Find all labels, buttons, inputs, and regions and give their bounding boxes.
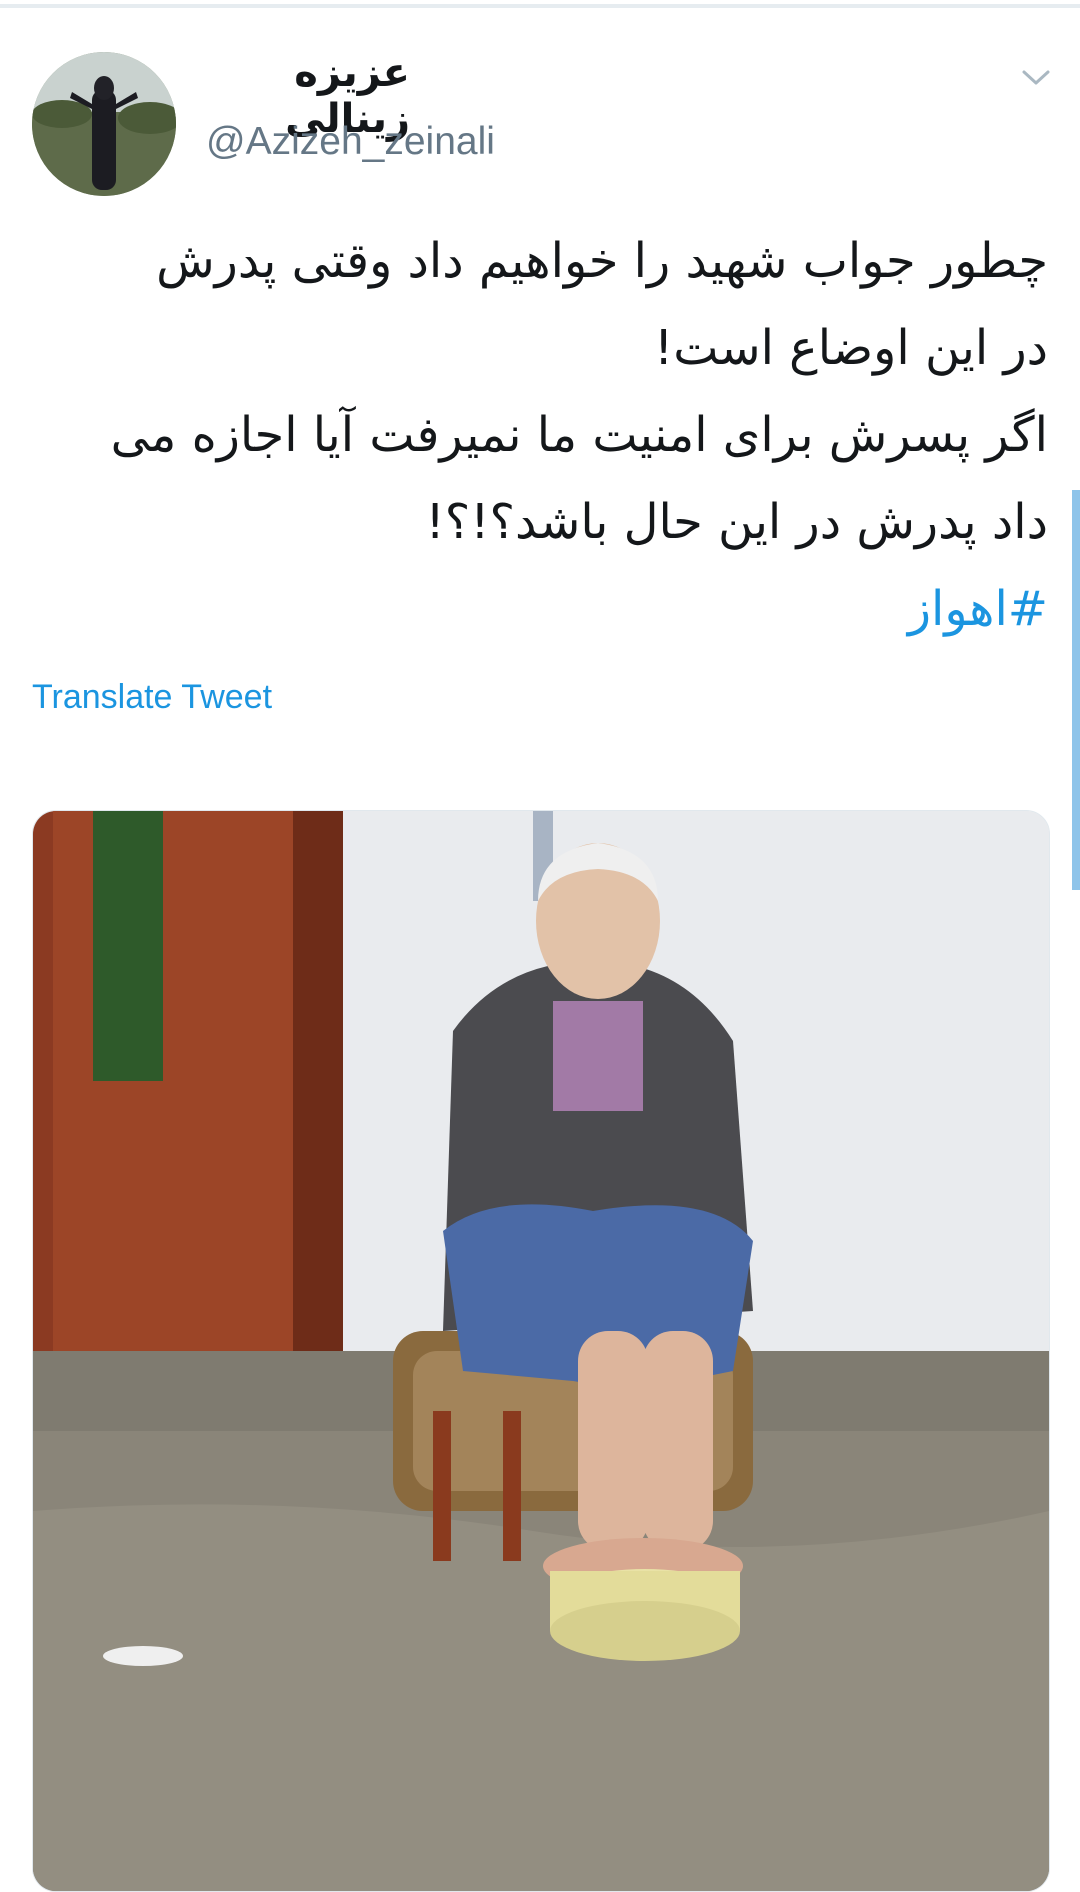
translate-tweet-link[interactable]: Translate Tweet — [32, 678, 272, 717]
tweet-text-line: در این اوضاع است! — [653, 320, 1048, 376]
avatar[interactable] — [32, 52, 176, 196]
display-name[interactable]: عزیزه زینالی — [190, 50, 410, 142]
chevron-down-icon — [1022, 70, 1050, 85]
user-handle[interactable]: @Azizeh_zeinali — [206, 120, 495, 164]
avatar-photo — [32, 52, 176, 196]
tweet-media-photo[interactable] — [32, 810, 1050, 1892]
tweet-text: چطور جواب شهید را خواهیم داد وقتی پدرش د… — [60, 218, 1048, 653]
top-divider — [0, 4, 1080, 8]
hashtag-link[interactable]: #اهواز — [60, 566, 1048, 653]
tweet-text-line: اگر پسرش برای امنیت ما نمیرفت آیا اجازه … — [110, 407, 1048, 463]
tweet-text-line: چطور جواب شهید را خواهیم داد وقتی پدرش — [156, 233, 1048, 289]
flooded-room-photo — [33, 811, 1049, 1891]
tweet-menu-button[interactable] — [1012, 58, 1060, 98]
tweet-text-line: داد پدرش در این حال باشد؟!؟! — [425, 494, 1049, 550]
scrollbar[interactable] — [1072, 490, 1080, 890]
